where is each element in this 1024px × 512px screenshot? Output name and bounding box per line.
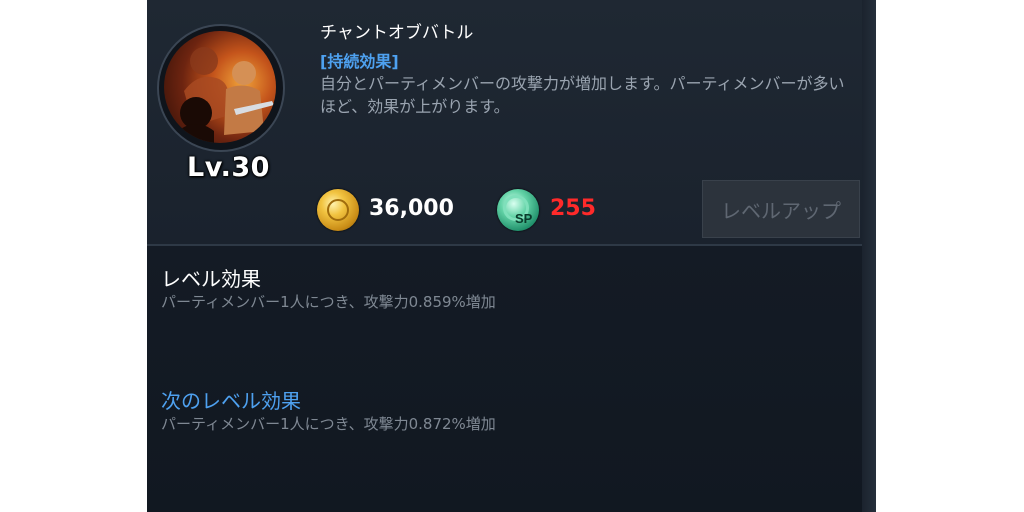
- next-level-effect-text: パーティメンバー1人につき、攻撃力0.872%増加: [161, 415, 496, 433]
- sp-coin-icon: SP: [497, 189, 539, 231]
- panel-edge: [862, 0, 876, 512]
- level-effect-title: レベル効果: [161, 267, 261, 291]
- gold-cost: 36,000: [369, 196, 454, 221]
- sp-cost: 255: [550, 196, 596, 221]
- warrior-skill-icon: [164, 31, 276, 143]
- level-effect-text: パーティメンバー1人につき、攻撃力0.859%増加: [161, 293, 496, 311]
- gold-coin-icon: [317, 189, 359, 231]
- level-up-button[interactable]: レベルアップ: [702, 180, 860, 238]
- sp-icon-label: SP: [515, 211, 533, 226]
- skill-level: Lv.30: [187, 152, 270, 183]
- skill-description: 自分とパーティメンバーの攻撃力が増加します。パーティメンバーが多いほど、効果が上…: [320, 74, 845, 116]
- skill-detail-panel: Lv.30 チャントオブバトル [持続効果] 自分とパーティメンバーの攻撃力が増…: [147, 0, 876, 512]
- skill-name: チャントオブバトル: [320, 23, 474, 43]
- skill-icon: Lv.30: [157, 24, 285, 183]
- effect-type-label: [持続効果]: [320, 52, 399, 71]
- next-level-effect-title: 次のレベル効果: [161, 389, 301, 413]
